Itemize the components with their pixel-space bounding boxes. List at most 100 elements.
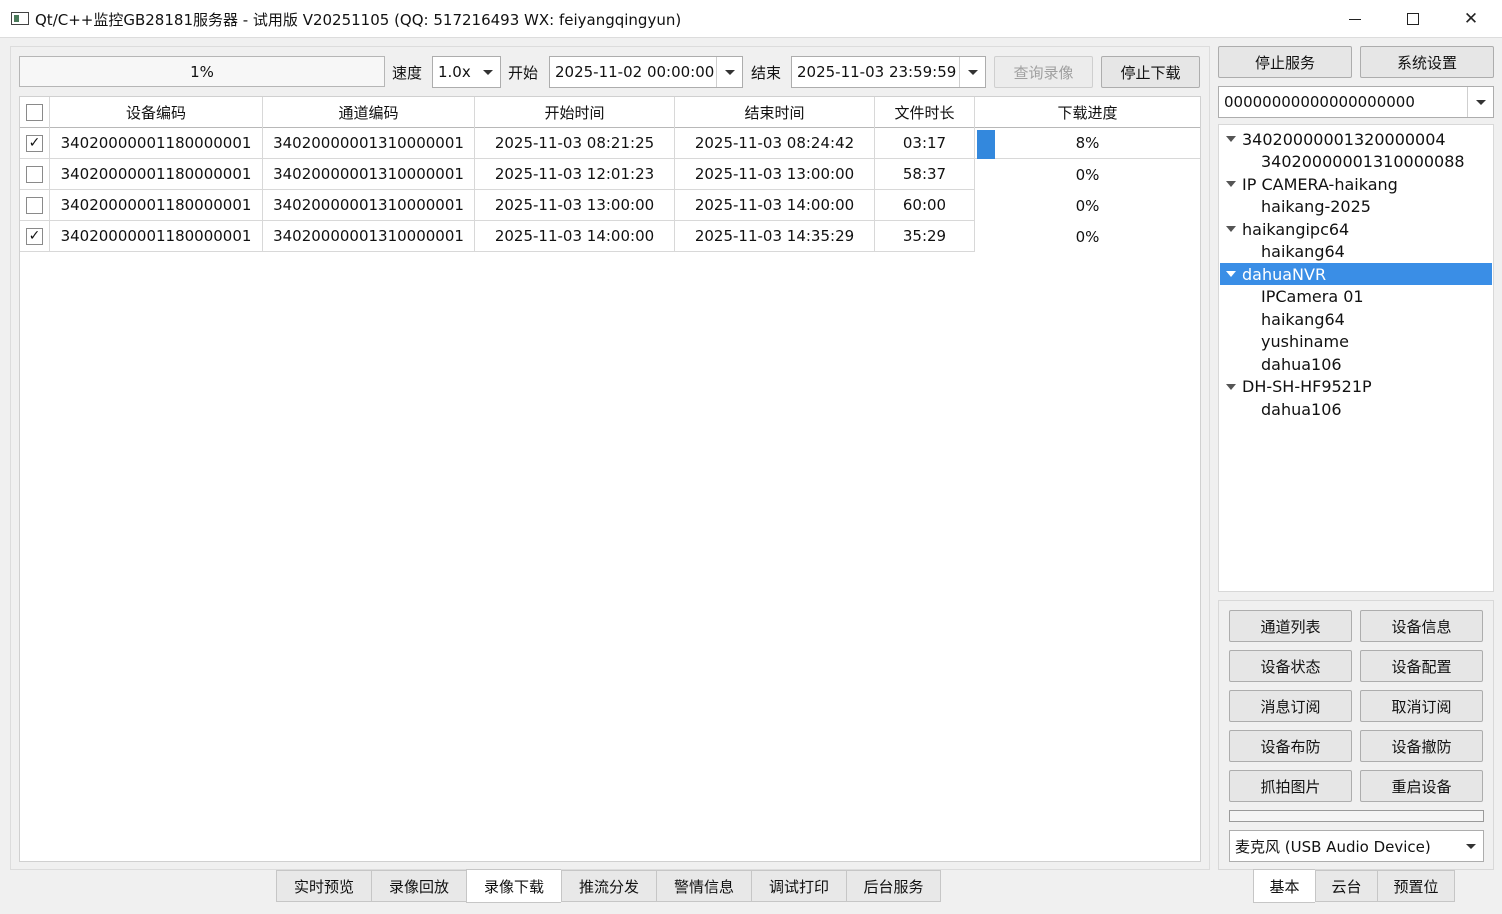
tree-node-device[interactable]: haikangipc64 <box>1220 218 1492 240</box>
cell-download-progress: 0% <box>975 159 1200 190</box>
tab-1[interactable]: 实时预览 <box>276 870 371 902</box>
tab-4[interactable]: 推流分发 <box>561 870 656 902</box>
col-download-progress[interactable]: 下载进度 <box>975 97 1200 128</box>
right-tab-1[interactable]: 基本 <box>1253 869 1315 903</box>
volume-slider[interactable] <box>1229 810 1484 822</box>
expand-arrow-icon[interactable] <box>1226 226 1236 232</box>
row-checkbox-cell[interactable] <box>20 190 50 221</box>
cell-download-progress: 0% <box>975 190 1200 221</box>
row-checkbox[interactable] <box>26 196 43 214</box>
tree-node-channel[interactable]: 34020000001310000088 <box>1220 151 1492 173</box>
chevron-down-icon <box>1476 100 1486 105</box>
tree-node-channel[interactable]: haikang64 <box>1220 241 1492 263</box>
snapshot-button[interactable]: 抓拍图片 <box>1229 770 1352 802</box>
right-tab-3[interactable]: 预置位 <box>1377 870 1455 902</box>
cell-duration: 58:37 <box>875 159 975 190</box>
device-status-button[interactable]: 设备状态 <box>1229 650 1352 682</box>
row-checkbox[interactable] <box>26 165 43 183</box>
cell-end-time: 2025-11-03 14:00:00 <box>675 190 875 221</box>
table-row[interactable]: ✓ 34020000001180000001 3402000000131000000… <box>20 128 1200 159</box>
cell-channel-code: 34020000001310000001 <box>263 190 475 221</box>
cell-start-time: 2025-11-03 08:21:25 <box>475 128 675 159</box>
device-id-combo[interactable]: 00000000000000000000 <box>1218 86 1494 118</box>
tab-6[interactable]: 调试打印 <box>751 870 846 902</box>
chevron-down-icon <box>968 70 978 75</box>
unsubscribe-button[interactable]: 取消订阅 <box>1360 690 1483 722</box>
start-label: 开始 <box>508 64 539 82</box>
subscribe-button[interactable]: 消息订阅 <box>1229 690 1352 722</box>
row-progress-text: 8% <box>1075 134 1100 152</box>
tree-node-device[interactable]: DH-SH-HF9521P <box>1220 376 1492 398</box>
cell-end-time: 2025-11-03 08:24:42 <box>675 128 875 159</box>
row-checkbox-cell[interactable]: ✓ <box>20 221 50 252</box>
expand-arrow-icon[interactable] <box>1226 136 1236 142</box>
chevron-down-icon <box>725 70 735 75</box>
query-recording-button[interactable]: 查询录像 <box>994 56 1093 88</box>
chevron-down-icon <box>1466 844 1476 849</box>
tab-5[interactable]: 警情信息 <box>656 870 751 902</box>
maximize-icon <box>1407 13 1419 25</box>
cell-device-code: 34020000001180000001 <box>50 159 263 190</box>
close-button[interactable]: ✕ <box>1442 0 1500 38</box>
minimize-button[interactable] <box>1326 0 1384 38</box>
reboot-device-button[interactable]: 重启设备 <box>1360 770 1483 802</box>
right-tab-2[interactable]: 云台 <box>1315 870 1377 902</box>
table-row[interactable]: 34020000001180000001 34020000001310000001… <box>20 159 1200 190</box>
tree-node-channel[interactable]: yushiname <box>1220 331 1492 353</box>
col-end-time[interactable]: 结束时间 <box>675 97 875 128</box>
tree-node-label: dahuaNVR <box>1242 264 1327 284</box>
expand-arrow-icon[interactable] <box>1226 383 1236 390</box>
expand-arrow-icon[interactable] <box>1226 181 1236 187</box>
table-row[interactable]: 34020000001180000001 34020000001310000001… <box>20 190 1200 221</box>
row-checkbox-cell[interactable] <box>20 159 50 190</box>
tree-node-channel[interactable]: IPCamera 01 <box>1220 286 1492 308</box>
overall-progress-text: 1% <box>190 62 214 81</box>
start-datetime-picker[interactable]: 2025-11-02 00:00:00 <box>549 56 743 88</box>
device-info-button[interactable]: 设备信息 <box>1360 610 1483 642</box>
speed-select[interactable]: 1.0x <box>432 56 501 88</box>
tab-2[interactable]: 录像回放 <box>371 870 466 902</box>
tree-node-channel[interactable]: dahua106 <box>1220 353 1492 375</box>
disarm-device-button[interactable]: 设备撤防 <box>1360 730 1483 762</box>
col-device-code[interactable]: 设备编码 <box>50 97 263 128</box>
tree-node-device[interactable]: IP CAMERA-haikang <box>1220 173 1492 195</box>
row-checkbox-cell[interactable]: ✓ <box>20 128 50 159</box>
overall-progress-bar: 1% <box>19 56 385 87</box>
right-tab-bar: 基本 云台 预置位 <box>1253 869 1455 903</box>
channel-list-button[interactable]: 通道列表 <box>1229 610 1352 642</box>
minimize-icon <box>1349 18 1361 20</box>
cell-start-time: 2025-11-03 13:00:00 <box>475 190 675 221</box>
tree-node-channel[interactable]: haikang-2025 <box>1220 196 1492 218</box>
microphone-select[interactable]: 麦克风 (USB Audio Device) <box>1229 830 1484 862</box>
row-checkbox[interactable]: ✓ <box>26 227 43 245</box>
tree-node-channel[interactable]: dahua106 <box>1220 398 1492 420</box>
tab-7[interactable]: 后台服务 <box>846 870 941 902</box>
row-checkbox[interactable]: ✓ <box>26 134 43 152</box>
select-all-checkbox[interactable] <box>26 104 43 121</box>
tree-node-channel[interactable]: haikang64 <box>1220 308 1492 330</box>
tree-node-device[interactable]: dahuaNVR <box>1220 263 1492 285</box>
tree-node-label: 34020000001320000004 <box>1242 129 1446 149</box>
stop-download-button[interactable]: 停止下载 <box>1101 56 1200 88</box>
tree-node-label: haikang-2025 <box>1261 197 1371 216</box>
tree-node-label: dahua106 <box>1261 354 1342 374</box>
col-start-time[interactable]: 开始时间 <box>475 97 675 128</box>
col-duration[interactable]: 文件时长 <box>875 97 975 128</box>
end-datetime-picker[interactable]: 2025-11-03 23:59:59 <box>791 56 986 88</box>
cell-device-code: 34020000001180000001 <box>50 128 263 159</box>
col-channel-code[interactable]: 通道编码 <box>263 97 475 128</box>
device-config-button[interactable]: 设备配置 <box>1360 650 1483 682</box>
table-row[interactable]: ✓ 34020000001180000001 3402000000131000000… <box>20 221 1200 252</box>
select-all-cell[interactable] <box>20 97 50 128</box>
stop-service-button[interactable]: 停止服务 <box>1218 46 1352 78</box>
check-icon: ✓ <box>28 135 41 151</box>
cell-channel-code: 34020000001310000001 <box>263 159 475 190</box>
arm-device-button[interactable]: 设备布防 <box>1229 730 1352 762</box>
maximize-button[interactable] <box>1384 0 1442 38</box>
system-settings-button[interactable]: 系统设置 <box>1360 46 1494 78</box>
expand-arrow-icon[interactable] <box>1226 271 1236 277</box>
tab-3[interactable]: 录像下载 <box>466 869 561 903</box>
tree-node-device[interactable]: 34020000001320000004 <box>1220 128 1492 150</box>
end-datetime-value: 2025-11-03 23:59:59 <box>797 63 957 81</box>
end-label: 结束 <box>751 64 782 82</box>
